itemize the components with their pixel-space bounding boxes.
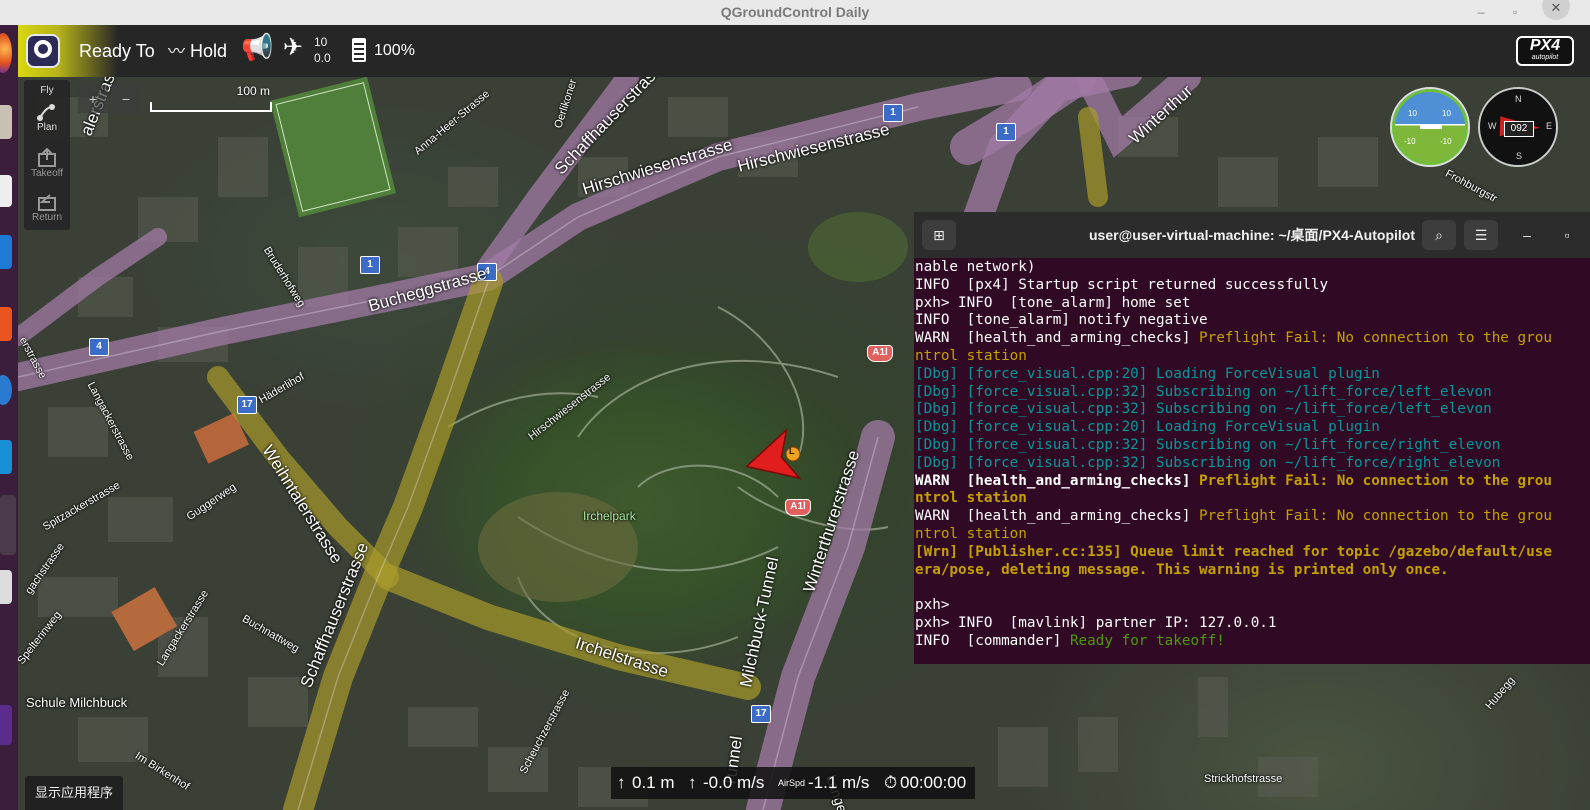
airspeed-value: -1.1 m/s bbox=[808, 773, 870, 792]
flight-time: 00:00:00 bbox=[900, 773, 967, 792]
fly-toolstrip: Fly Plan Takeoff Return bbox=[24, 80, 70, 230]
scale-bar bbox=[150, 102, 272, 112]
minimize-button[interactable]: – bbox=[1468, 0, 1494, 25]
airspeed-label: AirSpd bbox=[778, 778, 806, 788]
terminal-line: [Dbg] [force_visual.cpp:32] Subscribing … bbox=[915, 454, 1501, 471]
park-label: Irchelpark bbox=[583, 509, 636, 523]
terminal-line: INFO [tone_alarm] notify negative bbox=[915, 312, 1208, 329]
vertical-speed-icon: ↑ bbox=[688, 773, 697, 792]
return-icon bbox=[36, 192, 58, 211]
flight-mode-label: Hold bbox=[190, 41, 228, 61]
road-badge: 1 bbox=[996, 123, 1016, 141]
terminal-window[interactable]: ⊞ user@user-virtual-machine: ~/桌面/PX4-Au… bbox=[914, 212, 1590, 664]
terminal-line: [Dbg] [force_visual.cpp:20] Loading Forc… bbox=[915, 365, 1380, 382]
terminal-line: WARN [health_and_arming_checks] Prefligh… bbox=[915, 508, 1552, 525]
terminal-icon[interactable] bbox=[0, 495, 16, 555]
vertical-speed-value: -0.0 m/s bbox=[703, 773, 765, 792]
plan-icon bbox=[36, 102, 58, 121]
flight-mode-selector[interactable]: 〰 Hold bbox=[168, 39, 227, 64]
terminal-line: [Dbg] [force_visual.cpp:32] Subscribing … bbox=[915, 436, 1501, 453]
minimize-button[interactable]: – bbox=[1510, 220, 1544, 250]
terminal-line: ntrol station bbox=[915, 490, 1027, 507]
qgc-toolbar: Ready To 〰 Hold 📢 ✈ 10 0.0 100% PX4 autop… bbox=[18, 25, 1590, 77]
terminal-line: INFO [commander] Ready for takeoff! bbox=[915, 632, 1225, 649]
app-icon[interactable] bbox=[0, 235, 12, 269]
firefox-icon[interactable] bbox=[0, 33, 12, 73]
megaphone-icon[interactable]: 📢 bbox=[241, 34, 273, 60]
maximize-button[interactable]: ▫ bbox=[1502, 0, 1528, 25]
attitude-indicator[interactable]: 10 10 -10 -10 bbox=[1390, 87, 1470, 167]
terminal-line: pxh> INFO [mavlink] partner IP: 127.0.0.… bbox=[915, 614, 1277, 631]
place-label: Schule Milchbuck bbox=[26, 695, 128, 710]
app-icon[interactable] bbox=[0, 440, 12, 474]
gps-sat-count: 10 bbox=[314, 35, 328, 49]
terminal-line: ntrol station bbox=[915, 347, 1027, 364]
takeoff-button[interactable]: Takeoff bbox=[24, 147, 70, 179]
app-icon[interactable] bbox=[0, 705, 12, 745]
terminal-line: [Dbg] [force_visual.cpp:20] Loading Forc… bbox=[915, 419, 1380, 436]
heading-readout: 092 bbox=[1504, 121, 1534, 137]
battery-icon[interactable] bbox=[352, 38, 366, 62]
app-dock bbox=[0, 25, 18, 810]
map-scale: 100 m bbox=[150, 84, 272, 112]
takeoff-icon bbox=[36, 147, 58, 167]
terminal-line: [Dbg] [force_visual.cpp:32] Subscribing … bbox=[915, 383, 1492, 400]
motorway-badge: A1l bbox=[867, 345, 893, 362]
menu-button[interactable]: ☰ bbox=[1464, 220, 1498, 250]
terminal-header: ⊞ user@user-virtual-machine: ~/桌面/PX4-Au… bbox=[914, 212, 1590, 258]
zoom-in-button[interactable]: + bbox=[78, 85, 108, 113]
search-button[interactable]: ⌕ bbox=[1422, 220, 1456, 250]
show-apps-tooltip: 显示应用程序 bbox=[25, 776, 124, 810]
road-badge: 17 bbox=[237, 396, 257, 414]
zoom-out-button[interactable]: − bbox=[111, 85, 141, 113]
fly-button[interactable]: Fly bbox=[24, 85, 70, 96]
maximize-button[interactable]: ▫ bbox=[1550, 220, 1584, 250]
altitude-icon: ↑ bbox=[617, 773, 626, 792]
street-label: Strickhofstrasse bbox=[1204, 773, 1283, 785]
motorway-badge: A1l bbox=[785, 499, 811, 516]
app-icon[interactable] bbox=[0, 307, 12, 341]
terminal-line: WARN [health_and_arming_checks] Prefligh… bbox=[915, 330, 1552, 347]
aircraft-symbol bbox=[1420, 125, 1442, 129]
terminal-line: pxh> INFO [tone_alarm] home set bbox=[915, 294, 1191, 311]
terminal-line: INFO [px4] Startup script returned succe… bbox=[915, 276, 1329, 293]
plan-button[interactable]: Plan bbox=[24, 102, 70, 133]
terminal-line: ntrol station bbox=[915, 525, 1027, 542]
terminal-line: era/pose, deleting message. This warning… bbox=[915, 561, 1449, 578]
vehicle-label[interactable]: L bbox=[789, 446, 795, 456]
vehicle-status[interactable]: Ready To bbox=[79, 39, 155, 63]
telemetry-bar: ↑ 0.1 m ↑ -0.0 m/s AirSpd -1.1 m/s ⏱ 00:… bbox=[611, 767, 975, 799]
app-icon[interactable] bbox=[0, 175, 12, 207]
vehicle-marker bbox=[745, 427, 802, 480]
app-icon[interactable] bbox=[0, 570, 12, 604]
px4-logo: PX4 autopilot bbox=[1516, 36, 1574, 66]
terminal-line: [Dbg] [force_visual.cpp:32] Subscribing … bbox=[915, 401, 1492, 418]
files-icon[interactable] bbox=[0, 105, 12, 139]
qgc-logo-button[interactable] bbox=[26, 34, 60, 68]
gps-hdop: 0.0 bbox=[314, 51, 331, 65]
terminal-line: [Wrn] [Publisher.cc:135] Queue limit rea… bbox=[915, 543, 1552, 560]
road-badge: 17 bbox=[751, 705, 771, 723]
battery-percent: 100% bbox=[374, 42, 415, 59]
gps-satellite-icon[interactable]: ✈ bbox=[283, 36, 303, 60]
road-badge: 1 bbox=[360, 256, 380, 274]
altitude-value: 0.1 m bbox=[632, 773, 675, 792]
terminal-line: nable network) bbox=[915, 259, 1036, 275]
terminal-line: pxh> bbox=[915, 597, 950, 614]
timer-icon: ⏱ bbox=[884, 773, 898, 792]
flight-mode-icon: 〰 bbox=[168, 42, 185, 61]
window-title-bar: QGroundControl Daily – ▫ ✕ bbox=[0, 0, 1590, 26]
window-title: QGroundControl Daily bbox=[720, 4, 870, 20]
road-badge: 4 bbox=[89, 338, 109, 356]
terminal-line: WARN [health_and_arming_checks] Prefligh… bbox=[915, 472, 1552, 489]
scale-label: 100 m bbox=[236, 84, 270, 98]
return-button[interactable]: Return bbox=[24, 192, 70, 223]
app-icon[interactable] bbox=[0, 375, 12, 405]
terminal-output[interactable]: nable network) INFO [px4] Startup script … bbox=[915, 259, 1590, 664]
compass-indicator[interactable]: N E S W 092 bbox=[1478, 87, 1558, 167]
